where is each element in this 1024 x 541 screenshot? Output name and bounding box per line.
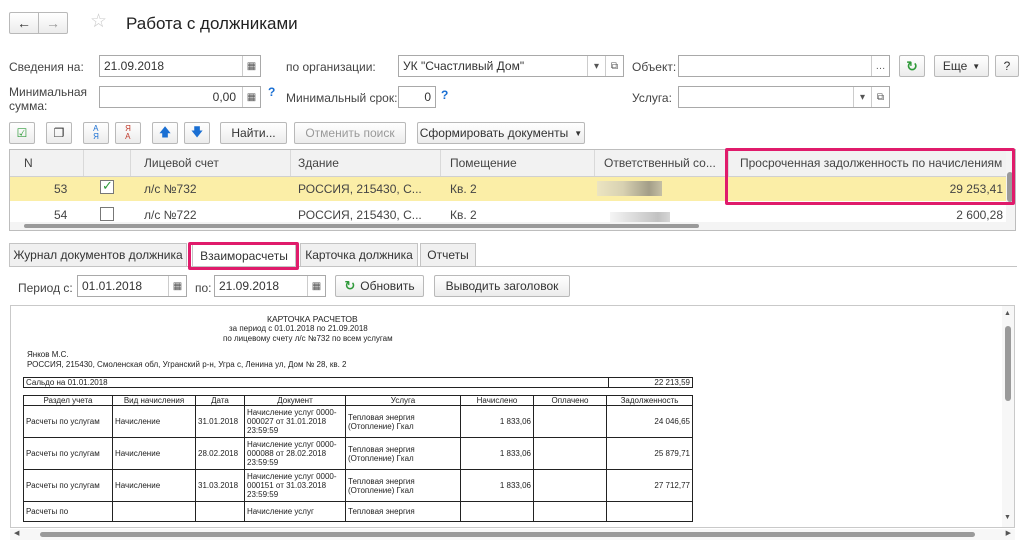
scroll-left-icon[interactable]: ◀ (14, 529, 19, 537)
tab-reports[interactable]: Отчеты (420, 243, 476, 266)
select-icon[interactable]: … (871, 56, 889, 76)
scroll-down-icon[interactable]: ▼ (1004, 514, 1011, 521)
min-sum-label: Минимальная сумма: (9, 85, 88, 113)
sort-asc-button[interactable]: AЯ (83, 122, 109, 144)
tab-highlight (188, 242, 299, 270)
arrow-left-icon: ← (17, 15, 31, 31)
cancel-search-button[interactable]: Отменить поиск (294, 122, 406, 144)
arrow-up-icon: 🡅 (158, 124, 172, 139)
info-date-field[interactable]: 21.09.2018 (99, 55, 261, 77)
report-title: КАРТОЧКА РАСЧЕТОВ (267, 314, 358, 324)
favorite-star-icon[interactable]: ☆ (90, 10, 107, 33)
service-label: Услуга: (632, 91, 672, 105)
tab-documents-journal[interactable]: Журнал документов должника (9, 243, 187, 266)
check-all-button[interactable]: ☑ (9, 122, 35, 144)
forward-button[interactable]: → (38, 12, 68, 34)
refresh-icon: ↻ (344, 278, 356, 293)
period-from-label: Период с: (18, 281, 73, 295)
row-checkbox[interactable]: ✓ (100, 178, 114, 194)
table-row: Расчеты по услугам Начисление 31.03.2018… (23, 469, 693, 502)
update-report-button[interactable]: ↻ Обновить (335, 275, 424, 297)
object-field[interactable] (678, 55, 890, 77)
column-header-room[interactable]: Помещение (450, 156, 517, 170)
report-vertical-scrollbar[interactable]: ▲ ▼ (1002, 306, 1014, 527)
column-header-responsible[interactable]: Ответственный со... (604, 156, 716, 170)
move-down-button[interactable]: 🡇 (184, 122, 210, 144)
org-label: по организации: (286, 60, 376, 74)
column-header-n[interactable]: N (24, 156, 33, 170)
uncheck-all-icon: ❐ (53, 126, 65, 140)
refresh-icon: ↻ (906, 57, 918, 74)
scroll-up-icon[interactable]: ▲ (1004, 310, 1011, 317)
table-row: Расчеты по услугам Начисление 28.02.2018… (23, 437, 693, 470)
show-header-button[interactable]: Выводить заголовок (434, 275, 570, 297)
chevron-down-icon: ▼ (574, 128, 583, 138)
settlement-report[interactable]: КАРТОЧКА РАСЧЕТОВ за период с 01.01.2018… (10, 305, 1015, 528)
sort-desc-icon: ЯA (125, 124, 131, 141)
report-period: за период с 01.01.2018 по 21.09.2018 (229, 324, 368, 333)
calendar-icon[interactable]: ▦ (242, 56, 260, 76)
min-sum-field[interactable]: 0,00 (99, 86, 261, 108)
column-header-building[interactable]: Здание (298, 156, 339, 170)
sort-desc-button[interactable]: ЯA (115, 122, 141, 144)
overdue-debt-highlight (725, 148, 1015, 205)
dropdown-icon[interactable]: ▾ (853, 87, 871, 107)
arrow-right-icon: → (46, 15, 60, 31)
blurred-name (597, 181, 662, 196)
blurred-name (610, 212, 670, 222)
calendar-icon[interactable]: ▦ (307, 276, 325, 296)
uncheck-all-button[interactable]: ❐ (46, 122, 72, 144)
arrow-down-icon: 🡇 (190, 124, 204, 139)
checkmark-icon: ✓ (102, 178, 113, 193)
min-term-label: Минимальный срок: (286, 91, 398, 105)
report-person: Янков М.С. (27, 350, 69, 359)
open-icon[interactable]: ⧉ (605, 56, 623, 76)
refresh-button[interactable]: ↻ (899, 55, 925, 77)
form-documents-button[interactable]: Сформировать документы ▼ (417, 122, 585, 144)
horizontal-scrollbar[interactable] (10, 222, 1015, 230)
more-button[interactable]: Еще ▼ (934, 55, 989, 77)
report-account: по лицевому счету л/с №732 по всем услуг… (223, 334, 393, 343)
open-icon[interactable]: ⧉ (871, 87, 889, 107)
dropdown-icon[interactable]: ▾ (587, 56, 605, 76)
object-label: Объект: (632, 60, 677, 74)
min-sum-help-icon[interactable]: ? (268, 85, 275, 99)
sort-asc-icon: AЯ (93, 124, 99, 141)
period-to-label: по: (195, 281, 212, 295)
calendar-icon[interactable]: ▦ (168, 276, 186, 296)
opening-balance-table: Сальдо на 01.01.2018 22 213,59 (23, 377, 693, 388)
table-row: Расчеты по услугам Начисление 31.01.2018… (23, 405, 693, 438)
report-horizontal-scrollbar[interactable]: ◀ ▶ (10, 529, 1015, 540)
table-row: Расчеты по Начисление услуг Тепловая эне… (23, 501, 693, 522)
find-button[interactable]: Найти... (220, 122, 287, 144)
check-all-icon: ☑ (16, 126, 28, 140)
column-header-account[interactable]: Лицевой счет (144, 156, 219, 170)
min-term-help-icon[interactable]: ? (441, 88, 448, 102)
calculator-icon[interactable]: ▦ (242, 87, 260, 107)
row-checkbox[interactable] (100, 207, 114, 221)
page-title: Работа с должниками (126, 14, 298, 33)
report-address: РОССИЯ, 215430, Смоленская обл, Угрански… (27, 360, 347, 369)
tab-debtor-card[interactable]: Карточка должника (300, 243, 418, 266)
scroll-right-icon[interactable]: ▶ (1006, 529, 1011, 537)
help-button[interactable]: ? (995, 55, 1019, 77)
info-date-label: Сведения на: (9, 60, 84, 74)
min-term-field[interactable]: 0 (398, 86, 436, 108)
move-up-button[interactable]: 🡅 (152, 122, 178, 144)
report-table: Раздел учета Вид начисления Дата Докумен… (23, 395, 693, 522)
back-button[interactable]: ← (9, 12, 39, 34)
chevron-down-icon: ▼ (972, 61, 981, 71)
